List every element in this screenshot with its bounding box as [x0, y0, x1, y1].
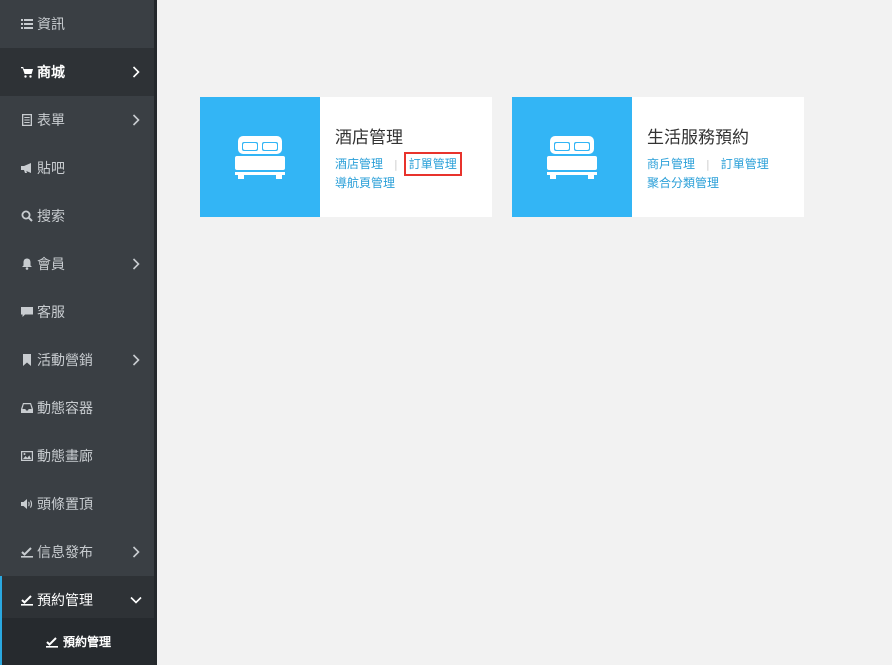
- sidebar-item-headline[interactable]: 頭條置頂: [0, 480, 154, 528]
- sidebar: 資訊 商城 表單 貼吧 搜索 會員 客服 活動營銷 動態容器 動態畫廊 頭條置頂…: [0, 0, 157, 665]
- comment-icon: [20, 305, 34, 319]
- sidebar-subitem-booking-manage[interactable]: 預約管理: [0, 618, 154, 665]
- inbox-icon: [20, 401, 34, 415]
- bell-icon: [20, 257, 34, 271]
- merchant-manage-link[interactable]: 商戶管理: [647, 157, 695, 171]
- sidebar-item-dynamic-gallery[interactable]: 動態畫廊: [0, 432, 154, 480]
- sidebar-item-label: 貼吧: [37, 161, 65, 177]
- divider: |: [706, 158, 710, 171]
- sidebar-item-label: 商城: [37, 65, 65, 81]
- list-icon: [20, 17, 34, 31]
- chevron-down-icon: [130, 594, 142, 606]
- chevron-right-icon: [130, 354, 142, 366]
- sidebar-item-mall[interactable]: 商城: [0, 48, 154, 96]
- card-title: 酒店管理: [335, 128, 403, 148]
- bookmark-icon: [20, 353, 34, 367]
- sidebar-subitem-label: 預約管理: [63, 635, 112, 649]
- card-icon-box: [200, 97, 320, 217]
- sidebar-item-label: 預約管理: [37, 593, 93, 609]
- cart-icon: [20, 65, 34, 79]
- sidebar-item-dynamic-container[interactable]: 動態容器: [0, 384, 154, 432]
- chevron-right-icon: [130, 66, 142, 78]
- sidebar-item-label: 動態容器: [37, 401, 93, 417]
- sidebar-item-label: 會員: [37, 257, 65, 273]
- hotel-management-card: 酒店管理 酒店管理 | 訂單管理 導航頁管理: [200, 97, 492, 217]
- sidebar-item-marketing[interactable]: 活動營銷: [0, 336, 154, 384]
- bullhorn-icon: [20, 161, 34, 175]
- check-icon: [45, 635, 59, 649]
- form-icon: [20, 113, 34, 127]
- check-icon: [20, 593, 34, 607]
- bed-icon: [235, 136, 285, 179]
- order-manage-link[interactable]: 訂單管理: [721, 157, 769, 171]
- category-manage-link[interactable]: 聚合分類管理: [647, 176, 719, 190]
- sidebar-item-news[interactable]: 資訊: [0, 0, 154, 48]
- divider: |: [394, 158, 398, 171]
- bed-icon: [547, 136, 597, 179]
- sidebar-item-forms[interactable]: 表單: [0, 96, 154, 144]
- chevron-right-icon: [130, 546, 142, 558]
- sidebar-item-forum[interactable]: 貼吧: [0, 144, 154, 192]
- nav-page-manage-link[interactable]: 導航頁管理: [335, 176, 395, 190]
- card-icon-box: [512, 97, 632, 217]
- sidebar-item-booking[interactable]: 預約管理: [0, 576, 154, 624]
- sidebar-item-search[interactable]: 搜索: [0, 192, 154, 240]
- life-service-booking-card: 生活服務預約 商戶管理 | 訂單管理 聚合分類管理: [512, 97, 804, 217]
- sidebar-item-label: 活動營銷: [37, 353, 93, 369]
- card-links: 商戶管理 | 訂單管理 聚合分類管理: [647, 155, 769, 193]
- chevron-right-icon: [130, 114, 142, 126]
- chevron-right-icon: [130, 258, 142, 270]
- sidebar-item-label: 表單: [37, 113, 65, 129]
- volume-icon: [20, 497, 34, 511]
- hotel-manage-link[interactable]: 酒店管理: [335, 157, 383, 171]
- card-title: 生活服務預約: [647, 128, 749, 148]
- sidebar-item-members[interactable]: 會員: [0, 240, 154, 288]
- card-body: 酒店管理 酒店管理 | 訂單管理 導航頁管理: [320, 97, 462, 217]
- picture-icon: [20, 449, 34, 463]
- card-links: 酒店管理 | 訂單管理 導航頁管理: [335, 152, 462, 193]
- sidebar-item-label: 信息發布: [37, 545, 93, 561]
- card-body: 生活服務預約 商戶管理 | 訂單管理 聚合分類管理: [632, 97, 769, 217]
- sidebar-item-support[interactable]: 客服: [0, 288, 154, 336]
- sidebar-item-publish[interactable]: 信息發布: [0, 528, 154, 576]
- check-icon: [20, 545, 34, 559]
- search-icon: [20, 209, 34, 223]
- sidebar-item-label: 客服: [37, 305, 65, 321]
- sidebar-item-label: 動態畫廊: [37, 449, 93, 465]
- sidebar-item-label: 頭條置頂: [37, 497, 93, 513]
- sidebar-item-label: 資訊: [37, 17, 65, 33]
- order-manage-link[interactable]: 訂單管理: [403, 152, 462, 176]
- sidebar-item-label: 搜索: [37, 209, 65, 225]
